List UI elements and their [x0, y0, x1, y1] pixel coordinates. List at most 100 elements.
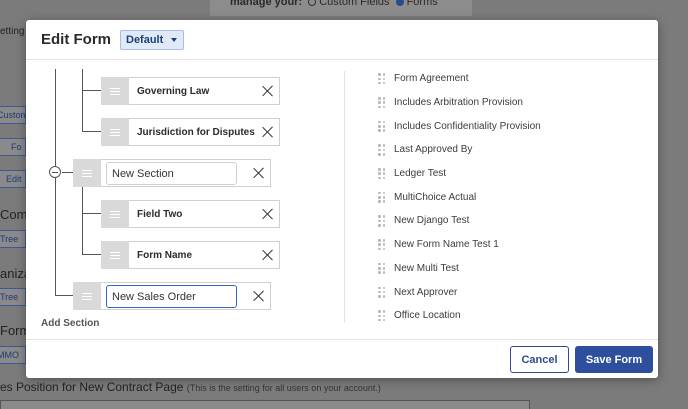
close-icon[interactable]: [262, 126, 274, 138]
tree-branch-line: [82, 186, 83, 254]
available-field-item[interactable]: Office Location: [378, 304, 638, 328]
tree-field-row: Field Two: [101, 200, 280, 228]
bg-button: MMO: [0, 346, 26, 364]
available-field-label: Ledger Test: [394, 168, 447, 180]
field-box: Governing Law: [129, 77, 280, 105]
modal-footer: Cancel Save Form: [26, 339, 658, 378]
modal-title: Edit Form: [41, 31, 111, 48]
cancel-button[interactable]: Cancel: [510, 346, 569, 373]
section-name-input[interactable]: New Sales Order: [106, 285, 237, 308]
bg-bottom-heading: es Position for New Contract Page (This …: [0, 380, 381, 394]
section-box: New Sales Order: [101, 282, 271, 310]
available-field-item[interactable]: New Django Test: [378, 209, 638, 233]
save-form-button[interactable]: Save Form: [575, 346, 653, 373]
bg-button: Edit: [0, 170, 26, 188]
bg-snippet: Com: [0, 207, 28, 222]
drag-grip-icon[interactable]: [378, 144, 385, 156]
field-label: Governing Law: [137, 86, 210, 97]
modal-header: Edit Form Default: [26, 20, 658, 60]
tree-branch-line: [82, 131, 101, 132]
chevron-down-icon: [171, 37, 177, 42]
available-field-item[interactable]: Form Agreement: [378, 67, 638, 91]
available-field-label: New Form Name Test 1: [394, 239, 499, 251]
available-field-item[interactable]: Last Approved By: [378, 138, 638, 162]
bg-bottom-note: (This is the setting for all users on yo…: [186, 383, 381, 393]
bg-select: [0, 400, 530, 409]
tree-trunk-line: [55, 69, 56, 296]
drag-grip-icon[interactable]: [378, 239, 385, 251]
available-field-label: Next Approver: [394, 286, 458, 298]
drag-handle-icon[interactable]: [73, 159, 101, 187]
drag-grip-icon[interactable]: [378, 73, 385, 85]
available-field-label: MultiChoice Actual: [394, 191, 477, 203]
drag-grip-icon[interactable]: [378, 97, 385, 109]
tree-field-row: Governing Law: [101, 77, 280, 105]
tree-branch-line: [82, 213, 101, 214]
close-icon[interactable]: [253, 290, 265, 302]
radio-forms[interactable]: [395, 0, 404, 7]
drag-handle-icon[interactable]: [101, 200, 129, 228]
bg-bottom-heading-text: es Position for New Contract Page: [0, 380, 184, 394]
drag-handle-icon[interactable]: [101, 118, 129, 146]
field-label: Jurisdiction for Disputes: [137, 127, 255, 138]
available-field-item[interactable]: Includes Arbitration Provision: [378, 91, 638, 115]
tree-branch-line: [82, 90, 101, 91]
add-section-link[interactable]: Add Section: [41, 318, 99, 329]
drag-handle-icon[interactable]: [73, 282, 101, 310]
collapse-section-icon[interactable]: [49, 166, 61, 178]
form-variant-dropdown[interactable]: Default: [120, 29, 184, 50]
edit-form-modal: Edit Form Default Governing Law Jurisdic…: [26, 20, 658, 378]
drag-grip-icon[interactable]: [378, 120, 385, 132]
drag-grip-icon[interactable]: [378, 168, 385, 180]
available-field-label: Last Approved By: [394, 144, 473, 156]
available-field-label: Office Location: [394, 310, 461, 322]
drag-handle-icon[interactable]: [101, 241, 129, 269]
available-field-item[interactable]: Next Approver: [378, 280, 638, 304]
close-icon[interactable]: [262, 208, 274, 220]
available-fields-list: Form Agreement Includes Arbitration Provi…: [378, 67, 638, 328]
form-variant-value: Default: [126, 33, 164, 46]
drag-grip-icon[interactable]: [378, 215, 385, 227]
available-field-item[interactable]: Ledger Test: [378, 162, 638, 186]
bg-snippet: etting: [0, 26, 25, 37]
tree-field-row: Form Name: [101, 241, 280, 269]
available-field-item[interactable]: New Form Name Test 1: [378, 233, 638, 257]
tree-section-row: New Sales Order: [73, 282, 271, 310]
radio-custom-fields-label: Custom Fields: [319, 0, 390, 8]
radio-custom-fields[interactable]: [308, 0, 317, 7]
bg-button: Custom: [0, 106, 26, 124]
available-field-item[interactable]: MultiChoice Actual: [378, 185, 638, 209]
tree-branch-line: [82, 69, 83, 132]
drag-grip-icon[interactable]: [378, 262, 385, 274]
available-field-item[interactable]: New Multi Test: [378, 257, 638, 281]
tree-field-row: Jurisdiction for Disputes: [101, 118, 280, 146]
content-type-toggle: manage your: Custom Fields Forms: [210, 0, 472, 16]
panel-divider: [344, 71, 345, 323]
available-field-label: Form Agreement: [394, 73, 469, 85]
field-box: Form Name: [129, 241, 280, 269]
tree-branch-line: [55, 295, 74, 296]
drag-grip-icon[interactable]: [378, 310, 385, 322]
drag-grip-icon[interactable]: [378, 286, 385, 298]
section-box: New Section: [101, 159, 271, 187]
bg-button: rTree: [0, 288, 26, 306]
drag-handle-icon[interactable]: [101, 77, 129, 105]
close-icon[interactable]: [262, 249, 274, 261]
drag-grip-icon[interactable]: [378, 191, 385, 203]
available-field-item[interactable]: Includes Confidentiality Provision: [378, 114, 638, 138]
tree-branch-line: [82, 254, 101, 255]
field-box: Jurisdiction for Disputes: [129, 118, 280, 146]
modal-body: Governing Law Jurisdiction for Disputes …: [26, 61, 658, 339]
close-icon[interactable]: [253, 167, 265, 179]
close-icon[interactable]: [262, 85, 274, 97]
available-field-label: Includes Confidentiality Provision: [394, 120, 541, 132]
top-question: manage your:: [230, 0, 303, 8]
section-name-input[interactable]: New Section: [106, 162, 237, 185]
bg-button: rTree: [0, 230, 26, 248]
radio-forms-label: Forms: [406, 0, 438, 8]
bg-button: Fo: [0, 138, 26, 156]
available-field-label: New Django Test: [394, 215, 470, 227]
available-field-label: New Multi Test: [394, 262, 459, 274]
field-box: Field Two: [129, 200, 280, 228]
available-field-label: Includes Arbitration Provision: [394, 97, 523, 109]
